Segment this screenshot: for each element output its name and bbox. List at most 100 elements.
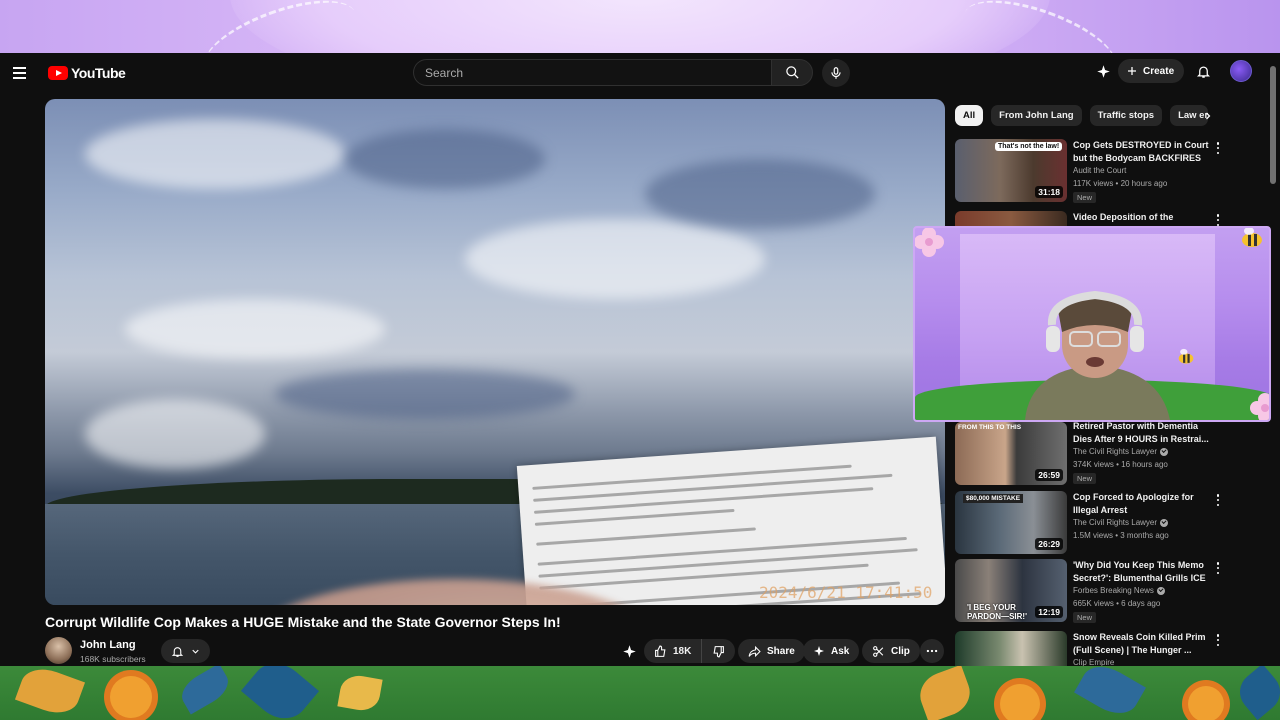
sparkle-icon (622, 644, 636, 658)
stream-overlay-bottom-banner (0, 666, 1280, 720)
dislike-button[interactable] (702, 639, 735, 663)
bell-icon (1196, 66, 1210, 78)
channel-name[interactable]: John Lang (80, 639, 136, 651)
channel-name[interactable]: Clip Empire (1073, 658, 1114, 666)
video-thumbnail[interactable]: That's not the law! 31:18 (955, 139, 1067, 202)
video-thumbnail[interactable]: FROM THIS TO THIS 26:59 (955, 422, 1067, 485)
video-title[interactable]: Cop Gets DESTROYED in Court but the Body… (1073, 139, 1213, 165)
bee-decoration (1178, 348, 1194, 364)
recommendation-item[interactable]: That's not the law! 31:18 Cop Gets DESTR… (955, 139, 1265, 203)
channel-name[interactable]: Audit the Court (1073, 166, 1126, 175)
printed-paper (516, 436, 945, 605)
account-avatar[interactable] (1230, 60, 1253, 82)
recommendation-item[interactable]: Snow Reveals Coin Killed Prim (Full Scen… (955, 631, 1265, 666)
recommendation-item[interactable]: $80,000 MISTAKE 26:29 Cop Forced to Apol… (955, 491, 1265, 555)
video-player[interactable]: 2024/6/21 17:41:50 (45, 99, 945, 605)
recommendation-item[interactable]: FROM THIS TO THIS 26:59 Retired Pastor w… (955, 420, 1265, 486)
scissors-icon (873, 645, 884, 657)
search-icon (785, 66, 799, 79)
voice-search-button[interactable] (822, 59, 850, 87)
youtube-play-icon (48, 66, 68, 80)
share-label: Share (767, 645, 795, 657)
subscriber-count: 168K subscribers (80, 654, 146, 664)
create-button[interactable]: Create (1118, 59, 1185, 83)
search-button[interactable] (771, 59, 813, 86)
video-title: Corrupt Wildlife Cop Makes a HUGE Mistak… (45, 614, 561, 630)
video-title[interactable]: Retired Pastor with Dementia Dies After … (1073, 420, 1213, 446)
video-thumbnail[interactable]: 'I BEG YOUR PARDON—SIR!' 12:19 (955, 559, 1067, 622)
bee-decoration (1242, 228, 1262, 247)
sparkle-icon (814, 646, 824, 656)
like-dislike-group: 18K (644, 639, 736, 663)
chip-all[interactable]: All (955, 105, 984, 126)
youtube-logo[interactable]: YouTube (48, 65, 126, 81)
channel-avatar[interactable] (45, 637, 72, 664)
chips-next-button[interactable] (1198, 105, 1218, 126)
flower-decoration (915, 228, 944, 257)
video-thumbnail[interactable] (955, 631, 1067, 666)
video-title[interactable]: 'Why Did You Keep This Memo Secret?': Bl… (1073, 559, 1213, 585)
channel-name[interactable]: The Civil Rights Lawyer (1073, 518, 1169, 527)
thumbnail-caption: That's not the law! (995, 142, 1063, 151)
clip-button[interactable]: Clip (862, 639, 920, 663)
more-horizontal-icon (926, 649, 938, 653)
video-thumbnail[interactable]: $80,000 MISTAKE 26:29 (955, 491, 1067, 554)
share-icon (748, 645, 761, 657)
scrollbar-thumb[interactable] (1270, 66, 1276, 184)
screen: YouTube Create (0, 0, 1280, 720)
more-actions-button[interactable] (920, 639, 944, 663)
video-duration: 31:18 (1035, 186, 1063, 198)
channel-label: The Civil Rights Lawyer (1073, 447, 1158, 456)
stream-overlay-top-banner (0, 0, 1280, 53)
channel-label: Audit the Court (1073, 166, 1127, 175)
new-badge: New (1073, 473, 1097, 484)
ask-button[interactable]: Ask (803, 639, 860, 663)
plus-icon (1128, 67, 1136, 75)
gemini-sparkle-button[interactable] (1092, 60, 1114, 82)
thumbs-up-icon (655, 645, 666, 657)
channel-label: The Civil Rights Lawyer (1073, 518, 1158, 527)
more-options-icon[interactable] (1213, 213, 1223, 227)
video-meta: 117K views • 20 hours ago (1073, 179, 1168, 188)
subscription-bell-button[interactable] (161, 639, 210, 663)
video-timestamp-overlay: 2024/6/21 17:41:50 (759, 583, 933, 602)
video-title[interactable]: Video Deposition of the (1073, 211, 1213, 224)
flower-decoration (1250, 393, 1269, 420)
channel-name[interactable]: The Civil Rights Lawyer (1073, 447, 1169, 456)
thumbnail-caption: FROM THIS TO THIS (958, 424, 1022, 431)
video-title[interactable]: Snow Reveals Coin Killed Prim (Full Scen… (1073, 631, 1213, 657)
share-button[interactable]: Share (738, 639, 805, 663)
verified-icon (1160, 518, 1169, 527)
streamer-webcam-overlay (913, 226, 1271, 422)
chip-traffic-stops[interactable]: Traffic stops (1089, 105, 1163, 126)
recommendation-item[interactable]: 'I BEG YOUR PARDON—SIR!' 12:19 'Why Did … (955, 559, 1265, 623)
streamer (1025, 290, 1170, 420)
video-meta: 374K views • 16 hours ago (1073, 460, 1168, 469)
video-meta: 665K views • 6 days ago (1073, 599, 1161, 608)
ask-sparkle-button[interactable] (618, 640, 640, 662)
menu-icon[interactable] (12, 61, 36, 85)
notifications-button[interactable] (1192, 60, 1214, 82)
video-title[interactable]: Cop Forced to Apologize for Illegal Arre… (1073, 491, 1213, 517)
channel-label: Forbes Breaking News (1073, 586, 1154, 595)
video-meta: 1.5M views • 3 months ago (1073, 531, 1169, 540)
thumbnail-caption: $80,000 MISTAKE (963, 494, 1024, 503)
more-options-icon[interactable] (1213, 493, 1223, 507)
channel-name[interactable]: Forbes Breaking News (1073, 586, 1165, 595)
verified-icon (1156, 586, 1165, 595)
bell-icon (171, 646, 183, 657)
search-input[interactable] (413, 59, 771, 86)
more-options-icon[interactable] (1213, 633, 1223, 647)
more-options-icon[interactable] (1213, 141, 1223, 155)
chevron-down-icon (191, 649, 199, 654)
verified-icon (1160, 447, 1169, 456)
microphone-icon (831, 67, 841, 79)
chip-from-john-lang[interactable]: From John Lang (991, 105, 1082, 126)
like-count: 18K (673, 645, 692, 657)
video-duration: 12:19 (1035, 606, 1063, 618)
masthead: YouTube Create (0, 53, 1280, 93)
video-duration: 26:59 (1035, 469, 1063, 481)
like-button[interactable]: 18K (644, 639, 703, 663)
sparkle-icon (1096, 64, 1110, 78)
more-options-icon[interactable] (1213, 561, 1223, 575)
